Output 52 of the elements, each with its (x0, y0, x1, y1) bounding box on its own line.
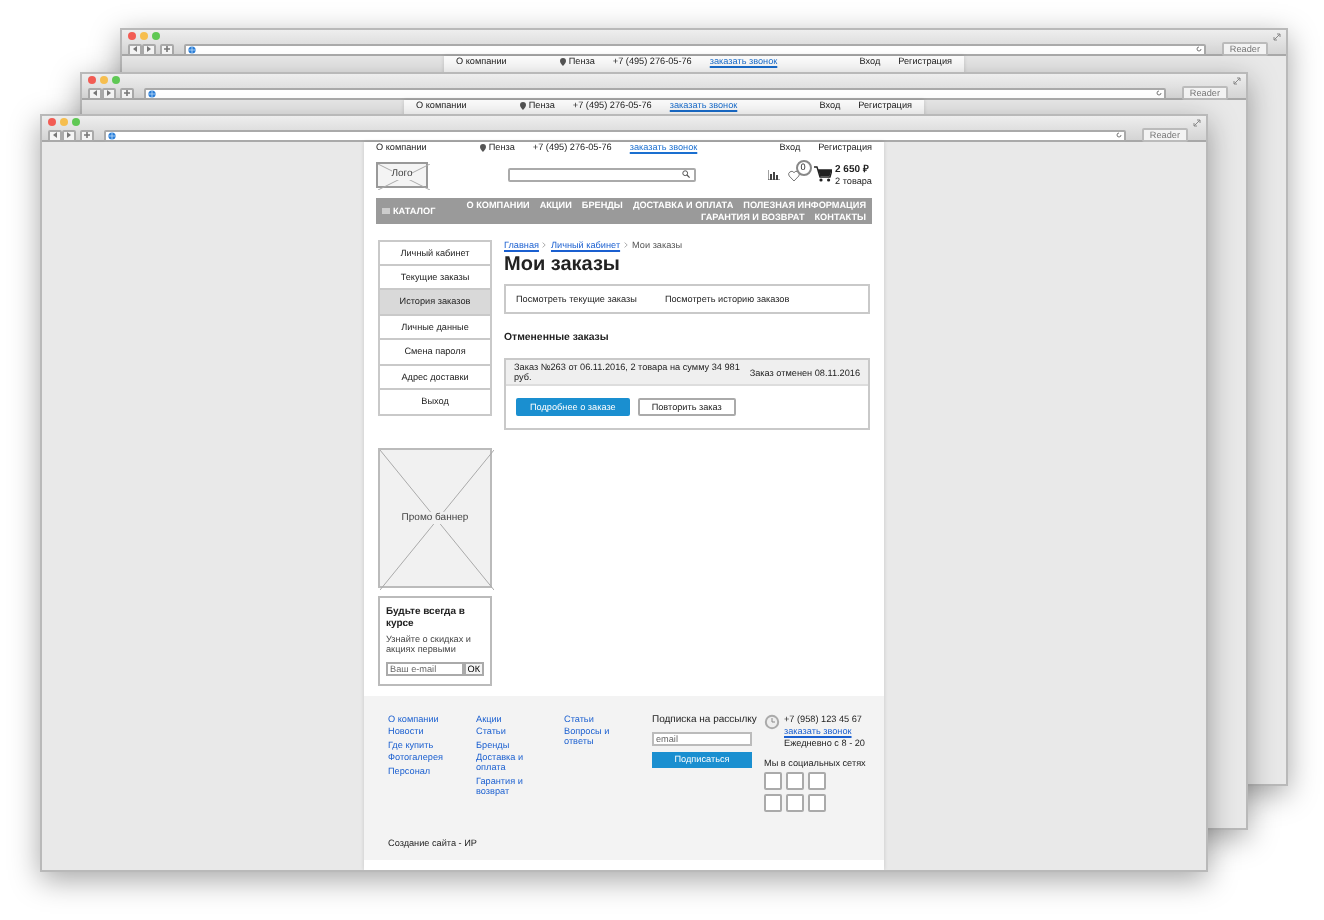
add-tab-button[interactable] (160, 43, 174, 55)
globe-icon (148, 89, 156, 97)
expand-icon (1192, 118, 1202, 128)
back-button[interactable] (48, 129, 62, 141)
clock-icon (764, 713, 780, 729)
plus-icon (84, 132, 90, 138)
address-bar[interactable] (144, 87, 1166, 99)
back-arrow-icon (92, 90, 98, 96)
maximize-button[interactable] (72, 118, 80, 126)
chevron-icon (542, 242, 547, 248)
bar-chart-icon (767, 169, 779, 179)
forward-button[interactable] (62, 129, 76, 141)
back-arrow-icon (132, 46, 138, 52)
forward-arrow-icon (66, 132, 72, 138)
menu-icon (382, 208, 390, 214)
minimize-button[interactable] (140, 32, 148, 40)
add-tab-button[interactable] (80, 129, 94, 141)
globe-icon (108, 131, 116, 139)
forward-arrow-icon (146, 46, 152, 52)
chevron-icon (624, 242, 629, 248)
globe-icon (188, 45, 196, 53)
close-button[interactable] (128, 32, 136, 40)
add-tab-button[interactable] (120, 87, 134, 99)
back-button[interactable] (88, 87, 102, 99)
refresh-icon (1195, 46, 1202, 52)
page-title: Мои заказы (504, 254, 622, 276)
search-field[interactable] (508, 167, 696, 181)
back-button[interactable] (128, 43, 142, 55)
search-icon (682, 170, 690, 178)
address-bar[interactable] (184, 43, 1206, 55)
close-button[interactable] (88, 76, 96, 84)
cart-icon (813, 166, 831, 182)
address-bar[interactable] (104, 129, 1126, 141)
back-arrow-icon (52, 132, 58, 138)
location-pin-icon (560, 58, 567, 66)
refresh-icon (1115, 132, 1122, 138)
expand-icon (1272, 32, 1282, 42)
minimize-button[interactable] (60, 118, 68, 126)
expand-icon (1232, 76, 1242, 86)
maximize-button[interactable] (152, 32, 160, 40)
maximize-button[interactable] (112, 76, 120, 84)
minimize-button[interactable] (100, 76, 108, 84)
refresh-icon (1155, 90, 1162, 96)
location-pin-icon (520, 102, 527, 110)
forward-button[interactable] (102, 87, 116, 99)
close-button[interactable] (48, 118, 56, 126)
heart-icon (787, 170, 799, 182)
plus-icon (124, 90, 130, 96)
plus-icon (164, 46, 170, 52)
location-pin-icon (480, 144, 487, 152)
forward-button[interactable] (142, 43, 156, 55)
forward-arrow-icon (106, 90, 112, 96)
